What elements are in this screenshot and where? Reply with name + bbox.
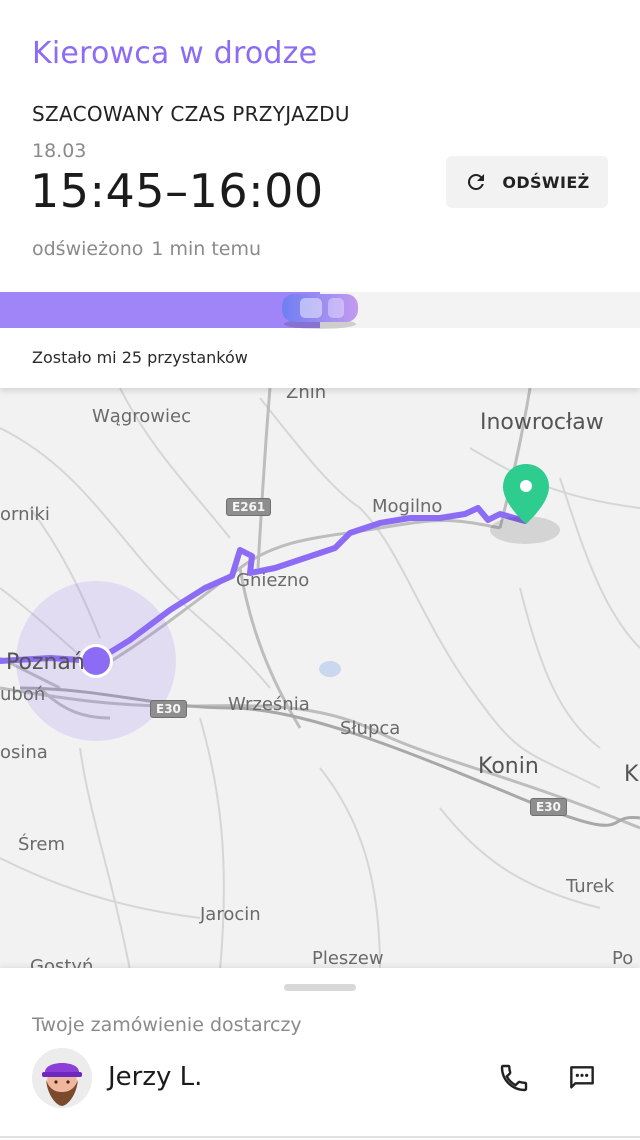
road-badge: E30 [530, 798, 567, 816]
status-header: Kierowca w drodze SZACOWANY CZAS PRZYJAZ… [0, 0, 640, 388]
order-label: Twoje zamówienie dostarczy [32, 1014, 302, 1036]
town-label: Jarocin [200, 904, 261, 925]
town-label: Turek [566, 876, 615, 897]
town-label: Żnin [286, 388, 327, 403]
delivery-progress-bar [0, 292, 640, 329]
eta-date: 18.03 [32, 140, 87, 162]
chat-icon[interactable] [566, 1062, 598, 1094]
road-badge: E30 [150, 700, 187, 718]
town-label: Słupca [340, 718, 401, 739]
refresh-button-label: ODŚWIEŻ [502, 172, 590, 192]
road-badge: E261 [226, 498, 272, 516]
town-label: osina [0, 742, 48, 763]
driver-sheet[interactable]: Twoje zamówienie dostarczy Jerzy L. [0, 968, 640, 1140]
town-label: Konin [478, 754, 539, 779]
driver-name: Jerzy L. [108, 1062, 203, 1092]
town-label: Śrem [18, 834, 66, 855]
car-icon [282, 294, 358, 329]
town-label: Inowrocław [480, 410, 604, 435]
town-label: Po [612, 948, 634, 969]
town-label: orniki [0, 504, 50, 525]
phone-icon[interactable] [498, 1062, 530, 1094]
delivery-progress-fill [0, 292, 320, 328]
refreshed-ago: 1 min temu [151, 238, 262, 260]
town-label: Poznań [6, 650, 85, 675]
refresh-icon [468, 174, 485, 190]
route-map[interactable]: Żnin Wągrowiec Inowrocław orniki Mogilno… [0, 388, 640, 970]
town-label: Mogilno [372, 496, 443, 517]
town-label: Września [228, 694, 310, 715]
page-title: Kierowca w drodze [32, 36, 318, 71]
eta-window: 15:45–16:00 [30, 164, 324, 218]
refresh-button[interactable]: ODŚWIEŻ [446, 156, 608, 208]
refreshed-info: odświeżono 1 min temu [32, 238, 269, 260]
eta-label: SZACOWANY CZAS PRZYJAZDU [32, 102, 350, 126]
town-label: Wągrowiec [92, 406, 191, 427]
avatar [32, 1048, 92, 1108]
refreshed-prefix: odświeżono [32, 238, 144, 260]
town-label: uboń [0, 684, 46, 705]
destination-pin-icon [503, 464, 549, 524]
town-label: Gniezno [236, 570, 310, 591]
town-label: K [624, 762, 639, 787]
stops-remaining: Zostało mi 25 przystanków [32, 348, 248, 367]
driver-avatar-icon [32, 1048, 92, 1108]
town-label: Pleszew [312, 948, 384, 969]
sheet-drag-handle[interactable] [284, 984, 356, 991]
divider [0, 1136, 640, 1138]
